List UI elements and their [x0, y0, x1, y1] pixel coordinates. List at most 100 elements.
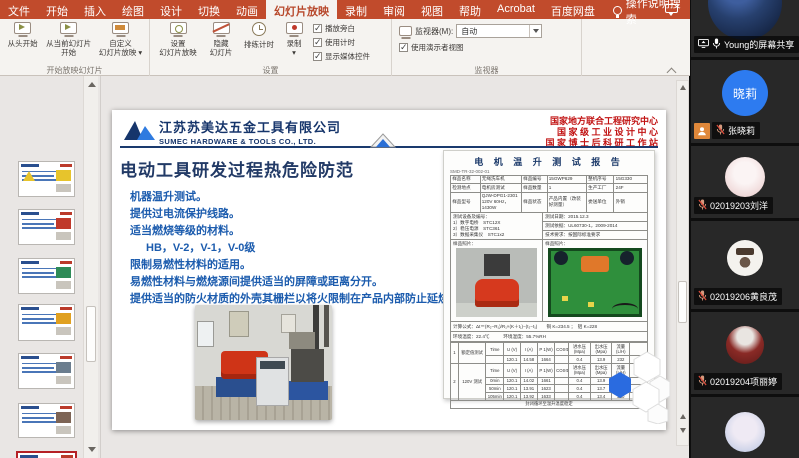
thumbnail-scrollbar[interactable]	[83, 76, 98, 458]
test-info-line: 测试日期：2015.12.3	[543, 213, 647, 222]
participant-avatar: 晓莉	[722, 70, 768, 116]
scroll-down-icon[interactable]	[88, 447, 96, 452]
slide-thumbnail-3[interactable]	[18, 258, 75, 294]
info-cell: 样品状态	[521, 192, 547, 213]
rehearse-timings-button[interactable]: 排练计时	[239, 20, 279, 49]
institute-line: 国家地方联合工程研究中心	[545, 116, 658, 127]
setup-slideshow-button[interactable]: 设置 幻灯片放映	[153, 20, 203, 58]
pcb-sample-photo	[548, 248, 642, 317]
setup-checkbox-column: 播放旁白使用计时显示媒体控件	[309, 20, 374, 65]
info-cell: 生产工厂	[586, 184, 614, 193]
checkbox-icon	[313, 38, 322, 47]
slide-thumbnail-5[interactable]	[18, 353, 75, 389]
participant-avatar	[725, 157, 765, 197]
ribbon-tab-插入[interactable]: 插入	[76, 0, 114, 19]
info-cell: 检测地点	[451, 184, 481, 193]
hide-slide-button[interactable]: 隐藏 幻灯片	[203, 20, 239, 58]
next-slide-icon[interactable]	[680, 428, 686, 433]
participant-name-tag: 02019204项丽婷	[694, 373, 782, 390]
participant-tile[interactable]: 02019204项丽婷	[691, 312, 799, 394]
ribbon-checkbox[interactable]: 播放旁白	[313, 23, 370, 34]
participant-tile[interactable]: Young的屏幕共享	[691, 0, 799, 57]
test-info-line: 技术要求：按国际标准要求	[543, 231, 647, 239]
group-label-setup: 设置	[150, 65, 391, 76]
sumec-logo	[124, 117, 156, 141]
ribbon-tab-帮助[interactable]: 帮助	[451, 0, 489, 19]
slide-thumbnail-7[interactable]	[16, 451, 77, 458]
ribbon-tab-动画[interactable]: 动画	[228, 0, 266, 19]
slide-thumbnail-4[interactable]	[18, 304, 75, 341]
collapse-ribbon-icon[interactable]	[668, 68, 676, 73]
test-info-line: 测试依据：UL60730-1，2009-2014	[543, 222, 647, 231]
ribbon-body: 从头开始 从当前幻灯片 开始 自定义 幻灯片放映 ▾ 开始放映幻灯片	[0, 19, 690, 76]
ribbon-tab-百度网盘[interactable]: 百度网盘	[543, 0, 603, 19]
ribbon-tab-切换[interactable]: 切换	[190, 0, 228, 19]
group-start-slideshow: 从头开始 从当前幻灯片 开始 自定义 幻灯片放映 ▾ 开始放映幻灯片	[0, 19, 150, 76]
scroll-up-icon[interactable]	[680, 85, 686, 90]
clock-icon	[252, 22, 266, 36]
slide-thumbnail-6[interactable]	[18, 403, 75, 438]
ribbon-checkbox[interactable]: 使用计时	[313, 37, 370, 48]
ribbon-tab-设计[interactable]: 设计	[152, 0, 190, 19]
slide-thumbnail-2[interactable]	[18, 209, 75, 245]
info-cell: 15GWP629	[547, 175, 586, 184]
info-cell: 整机序号	[586, 175, 614, 184]
previous-slide-icon[interactable]	[680, 414, 686, 419]
slide-thumbnail-1[interactable]	[18, 161, 75, 197]
record-button[interactable]: 录制 ▾	[279, 20, 309, 58]
report-code: SMD-TR-32-002-01	[450, 169, 648, 174]
comments-icon[interactable]	[665, 4, 678, 13]
participant-tile[interactable]: 02019206黄良茂	[691, 221, 799, 309]
hide-slide-label: 隐藏 幻灯片	[210, 39, 233, 58]
mic-muted-icon	[698, 199, 707, 212]
group-label-monitors: 监视器	[392, 65, 581, 76]
slide-thumbnail-panel	[0, 76, 101, 458]
ribbon-tab-开始[interactable]: 开始	[38, 0, 76, 19]
scrollbar-thumb[interactable]	[86, 306, 96, 362]
monitor-record-icon	[286, 22, 303, 34]
monitor-select-value: 自动	[461, 26, 477, 37]
ribbon-tab-文件[interactable]: 文件	[0, 0, 38, 19]
video-conference-sidebar: Young的屏幕共享晓莉张晓莉02019203刘洋 02019206黄良茂 0201…	[690, 0, 799, 458]
ribbon-tab-录制[interactable]: 录制	[337, 0, 375, 19]
ribbon-tab-幻灯片放映[interactable]: 幻灯片放映	[266, 0, 337, 19]
presenter-view-checkbox[interactable]: 使用演示者视图	[399, 42, 542, 53]
participant-tile[interactable]	[691, 397, 799, 458]
ribbon-tab-视图[interactable]: 视图	[413, 0, 451, 19]
institute-titles: 国家地方联合工程研究中心国 家 级 工 业 设 计 中 心国 家 博 士 后 科…	[545, 116, 658, 149]
monitor-slash-icon	[213, 22, 230, 34]
ribbon-tab-绘图[interactable]: 绘图	[114, 0, 152, 19]
report-info-table: 样品名称无绳洗车机样品编号15GWP629整机序号15G330检测地点电机房测试…	[450, 175, 648, 214]
ribbon-tab-Acrobat[interactable]: Acrobat	[489, 0, 543, 19]
screen-share-icon	[698, 39, 709, 50]
record-label: 录制 ▾	[287, 39, 302, 58]
mic-muted-icon	[698, 290, 707, 303]
report-environment: 环境温度：22.4℃ 环境湿度：55.7%RH	[450, 332, 648, 342]
participant-name-tag: 02019206黄良茂	[694, 288, 782, 305]
participant-tile[interactable]: 晓莉张晓莉	[691, 60, 799, 143]
main-scrollbar[interactable]	[676, 80, 689, 446]
monitor-gear-icon	[170, 22, 187, 34]
mic-on-icon	[712, 38, 721, 51]
participant-tile[interactable]: 02019203刘洋	[691, 146, 799, 218]
monitor-play-icon	[60, 22, 77, 34]
scroll-up-icon[interactable]	[88, 82, 96, 87]
slide-bullet: 限制易燃性材料的适用。	[130, 257, 460, 274]
ribbon-tab-审阅[interactable]: 审阅	[375, 0, 413, 19]
ribbon-checkbox[interactable]: 显示媒体控件	[313, 51, 370, 62]
info-cell: 外销	[614, 192, 648, 213]
from-current-slide-button[interactable]: 从当前幻灯片 开始	[42, 20, 95, 58]
scrollbar-thumb[interactable]	[678, 281, 687, 323]
custom-slideshow-button[interactable]: 自定义 幻灯片放映 ▾	[95, 20, 146, 58]
checkbox-label: 播放旁白	[325, 23, 355, 34]
slide-canvas[interactable]: 江苏苏美达五金工具有限公司 SUMEC HARDWARE & TOOLS CO.…	[112, 110, 666, 430]
participant-avatar	[725, 412, 765, 452]
monitor-select[interactable]: 自动	[456, 24, 542, 38]
tell-me-search[interactable]: 操作说明搜索	[613, 0, 690, 19]
ribbon: 文件开始插入绘图设计切换动画幻灯片放映录制审阅视图帮助Acrobat百度网盘 操…	[0, 0, 690, 76]
custom-show-label: 自定义 幻灯片放映 ▾	[99, 39, 142, 58]
info-cell: 产品内置（改装好测量）	[547, 192, 586, 213]
report-title: 电 机 温 升 测 试 报 告	[450, 155, 648, 168]
info-cell: 24F	[614, 184, 648, 193]
from-beginning-button[interactable]: 从头开始	[3, 20, 42, 48]
